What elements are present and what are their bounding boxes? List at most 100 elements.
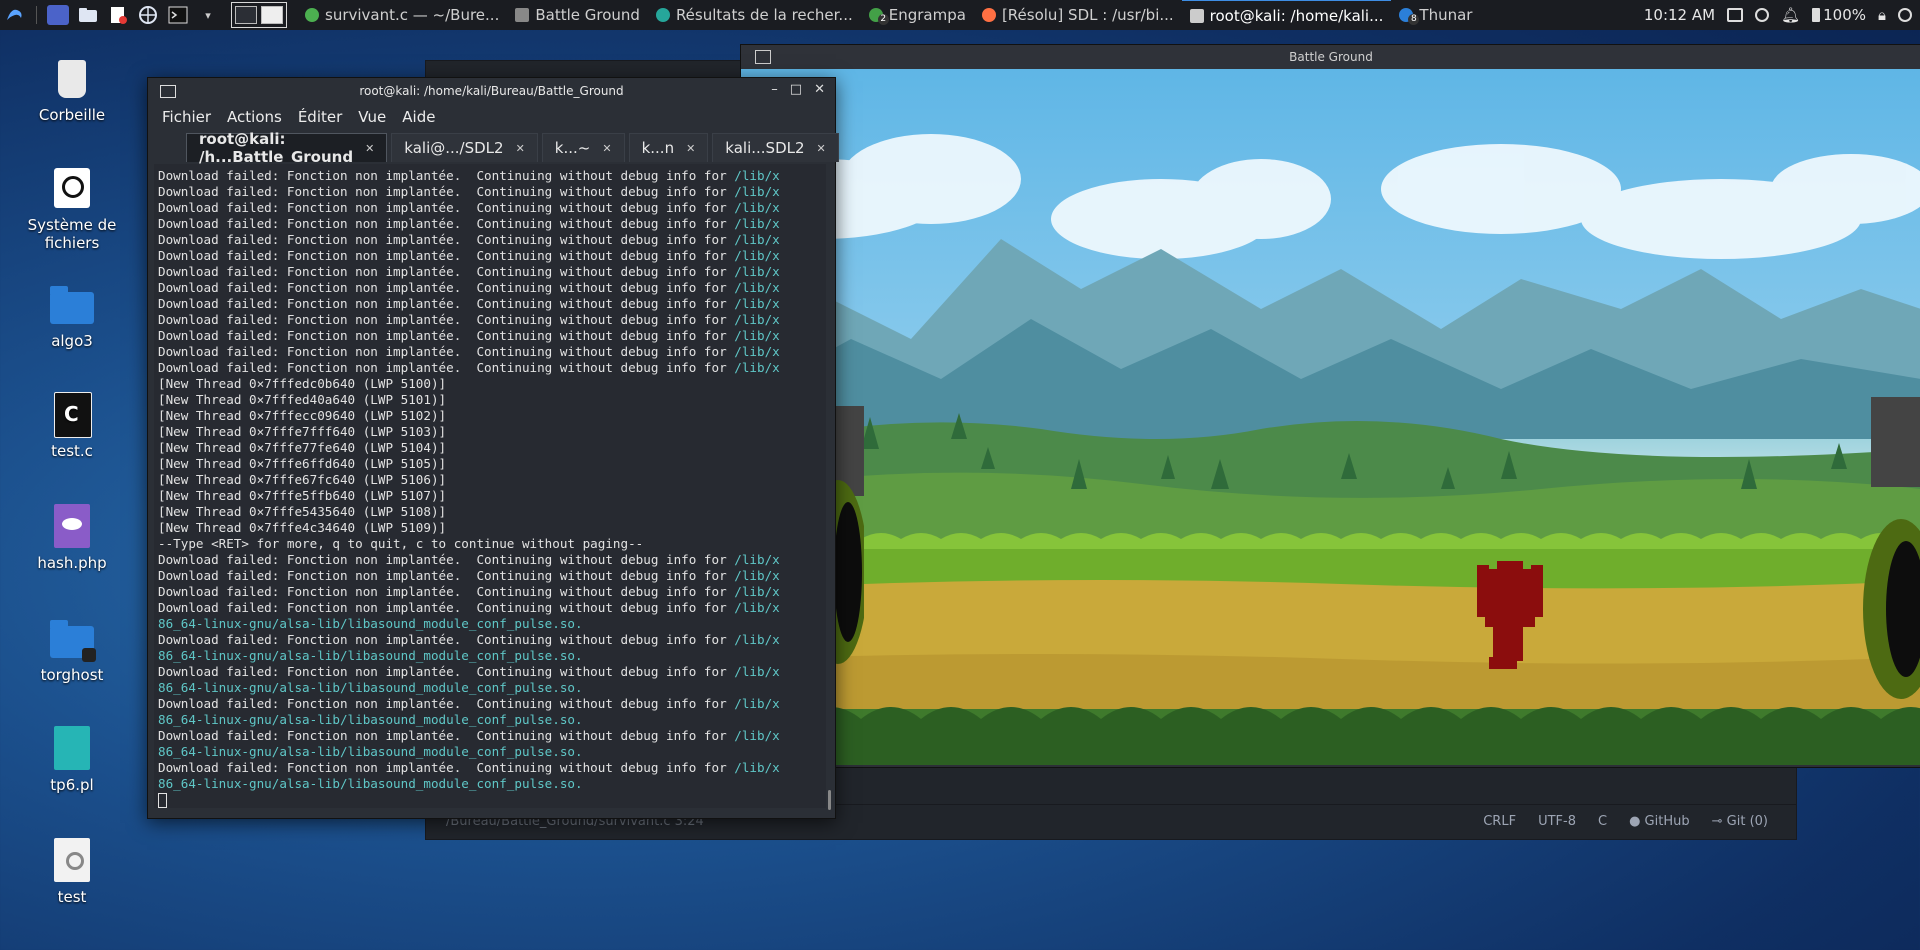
desktop-icon-label: test	[57, 888, 87, 906]
taskbar-item-label: Résultats de la recher...	[675, 6, 853, 24]
desktop-icon[interactable]: test	[12, 838, 132, 906]
terminal-line-text: Download failed: Fonction non implantée.…	[158, 552, 735, 567]
chevron-down-icon[interactable]: ▾	[197, 5, 219, 25]
taskbar-item[interactable]: 2 Engrampa	[861, 0, 974, 30]
taskbar-item[interactable]: Battle Ground	[507, 0, 648, 30]
desktop-icon[interactable]: torghost	[12, 616, 132, 684]
desktop-icon[interactable]: tp6.pl	[12, 726, 132, 794]
terminal-line-text: Download failed: Fonction non implantée.…	[158, 264, 735, 279]
lock-icon[interactable]: 🔒︎	[1878, 6, 1886, 24]
status-encoding[interactable]: UTF-8	[1538, 814, 1576, 829]
notification-icon[interactable]: 🔔︎	[1781, 6, 1800, 24]
minimize-icon[interactable]: –	[771, 82, 778, 97]
maximize-icon[interactable]: □	[790, 82, 802, 97]
close-tab-icon[interactable]: ✕	[516, 142, 525, 155]
menu-item[interactable]: Actions	[227, 108, 282, 126]
terminal-line: Download failed: Fonction non implantée.…	[158, 312, 826, 328]
terminal-line: Download failed: Fonction non implantée.…	[158, 344, 826, 360]
desktop-icon[interactable]: Ctest.c	[12, 392, 132, 460]
status-grammar[interactable]: C	[1598, 814, 1607, 829]
terminal-line-path: /lib/x	[734, 552, 780, 567]
terminal-line-text: [New Thread 0×7fffe5ffb640 (LWP 5107)]	[158, 488, 447, 503]
taskbar-item[interactable]: Résultats de la recher...	[648, 0, 861, 30]
taskbar-item[interactable]: survivant.c — ~/Bure...	[297, 0, 507, 30]
terminal-tab[interactable]: kali...SDL2 ✕	[712, 133, 839, 162]
window-icon	[515, 8, 530, 22]
taskbar-item[interactable]: root@kali: /home/kali...	[1181, 0, 1392, 31]
terminal-line-path: /lib/x	[734, 328, 780, 343]
terminal-output[interactable]: Download failed: Fonction non implantée.…	[154, 164, 826, 808]
close-tab-icon[interactable]: ✕	[686, 142, 695, 155]
terminal-tab[interactable]: kali@.../SDL2 ✕	[391, 133, 538, 162]
battery-icon	[1812, 8, 1821, 22]
desktop-icon[interactable]: hash.php	[12, 504, 132, 572]
workspace-switcher[interactable]	[231, 2, 287, 28]
close-tab-icon[interactable]: ✕	[602, 142, 611, 155]
terminal-line-path: /lib/x	[734, 360, 780, 375]
status-line-ending[interactable]: CRLF	[1483, 814, 1516, 829]
power-icon[interactable]	[1898, 8, 1912, 22]
desktop-icon[interactable]: algo3	[12, 282, 132, 350]
clock[interactable]: 10:12 AM	[1644, 6, 1715, 24]
desktop-icon[interactable]: Système de fichiers	[12, 166, 132, 252]
menu-item[interactable]: Fichier	[162, 108, 211, 126]
terminal-line-path: 86_64-linux-gnu/alsa-lib/libasound_modul…	[158, 648, 583, 663]
text-editor-icon[interactable]	[107, 5, 129, 25]
terminal-line-path: /lib/x	[734, 696, 780, 711]
game-titlebar[interactable]: Battle Ground	[741, 45, 1920, 69]
terminal-line: Download failed: Fonction non implantée.…	[158, 360, 826, 376]
terminal-tab[interactable]: k...~ ✕	[541, 133, 625, 162]
terminal-line-path: /lib/x	[734, 184, 780, 199]
terminal-line: [New Thread 0×7fffe5435640 (LWP 5108)]	[158, 504, 826, 520]
menu-item[interactable]: Vue	[358, 108, 386, 126]
terminal-prompt-line[interactable]	[158, 792, 826, 808]
terminal-line: Download failed: Fonction non implantée.…	[158, 280, 826, 296]
close-tab-icon[interactable]: ✕	[817, 142, 826, 155]
terminal-tab[interactable]: k...n ✕	[628, 133, 709, 162]
status-github[interactable]: ● GitHub	[1629, 814, 1690, 829]
folder-icon	[50, 282, 94, 326]
terminal-line-text: Download failed: Fonction non implantée.…	[158, 200, 735, 215]
file-manager-icon[interactable]	[77, 5, 99, 25]
terminal-line: Download failed: Fonction non implantée.…	[158, 696, 826, 712]
menu-item[interactable]: Aide	[402, 108, 435, 126]
terminal-tab[interactable]: root@kali: /h...Battle_Ground ✕	[186, 130, 388, 166]
status-git[interactable]: ⊸ Git (0)	[1712, 814, 1768, 829]
terminal-scrollbar[interactable]	[828, 790, 831, 810]
workspace-1[interactable]	[235, 6, 257, 24]
desktop-icon-label: test.c	[51, 442, 93, 460]
terminal-line-path: 86_64-linux-gnu/alsa-lib/libasound_modul…	[158, 680, 583, 695]
desktop-icon[interactable]: Corbeille	[12, 56, 132, 124]
network-icon[interactable]	[1755, 8, 1770, 22]
workspace-2[interactable]	[261, 6, 283, 24]
screen-icon[interactable]	[1727, 8, 1744, 22]
terminal-cursor	[158, 793, 167, 808]
terminal-line: Download failed: Fonction non implantée.…	[158, 296, 826, 312]
git-icon: ⊸	[1711, 814, 1723, 829]
battery-indicator[interactable]: 100%	[1812, 6, 1866, 24]
terminal-window[interactable]: root@kali: /home/kali/Bureau/Battle_Grou…	[147, 77, 839, 819]
terminal-line: Download failed: Fonction non implantée.…	[158, 184, 826, 200]
menu-item[interactable]: Éditer	[298, 108, 342, 126]
terminal-launcher-icon[interactable]	[167, 5, 189, 25]
close-icon[interactable]: ✕	[814, 82, 825, 97]
battle-ground-window[interactable]: Battle Ground	[740, 44, 1920, 768]
close-tab-icon[interactable]: ✕	[365, 142, 374, 155]
terminal-tab-label: k...n	[641, 139, 675, 157]
web-browser-icon[interactable]	[137, 5, 159, 25]
terminal-line-text: Download failed: Fonction non implantée.…	[158, 728, 735, 743]
terminal-line: [New Thread 0×7fffed40a640 (LWP 5101)]	[158, 392, 826, 408]
terminal-line-path: /lib/x	[734, 760, 780, 775]
taskbar-item[interactable]: [Résolu] SDL : /usr/bi...	[974, 0, 1182, 30]
desktop-icon-label: algo3	[51, 332, 93, 350]
taskbar-item[interactable]: 8 Thunar	[1391, 0, 1480, 30]
show-desktop-icon[interactable]	[47, 5, 69, 25]
kali-menu-icon[interactable]	[4, 5, 26, 25]
locked-folder-icon	[50, 616, 96, 662]
window-controls: – □ ✕	[771, 82, 825, 97]
game-scene[interactable]	[741, 69, 1920, 765]
terminal-line-path: /lib/x	[734, 600, 780, 615]
terminal-line: Download failed: Fonction non implantée.…	[158, 632, 826, 648]
terminal-line-text: Download failed: Fonction non implantée.…	[158, 360, 735, 375]
terminal-titlebar[interactable]: root@kali: /home/kali/Bureau/Battle_Grou…	[148, 78, 835, 104]
